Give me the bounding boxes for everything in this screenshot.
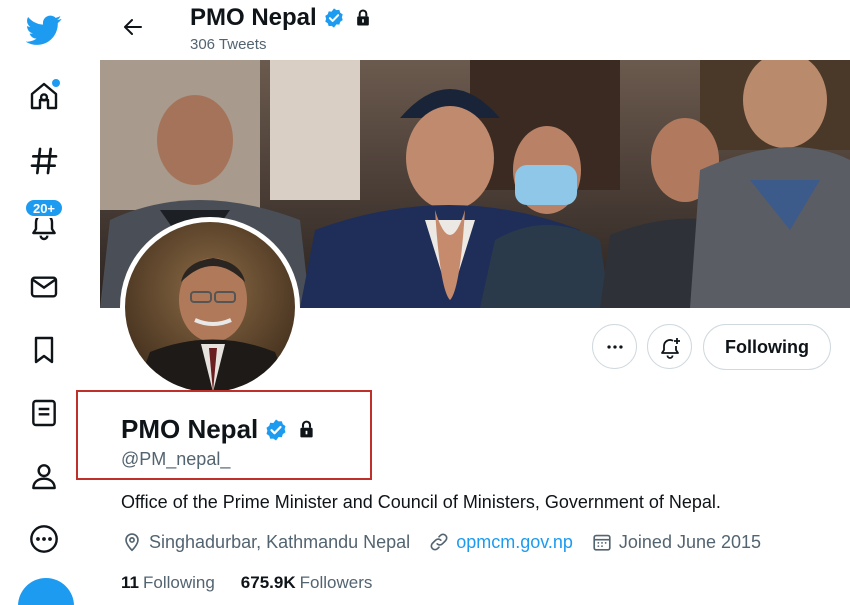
profile-handle: @PM_nepal_ xyxy=(121,449,231,469)
profile-person-icon[interactable] xyxy=(24,456,64,496)
followers-stat-link[interactable]: 675.9K Followers xyxy=(241,573,373,593)
notifications-bell-icon[interactable]: 20+ xyxy=(24,198,64,245)
joined-item: Joined June 2015 xyxy=(591,531,761,553)
followers-count: 675.9K xyxy=(240,573,296,592)
calendar-icon xyxy=(593,534,611,551)
verified-badge-icon xyxy=(323,7,345,29)
explore-hashtag-icon[interactable] xyxy=(24,141,64,181)
header-account-name: PMO Nepal xyxy=(190,4,317,31)
more-actions-button[interactable] xyxy=(592,324,637,369)
website-link[interactable]: opmcm.gov.np xyxy=(456,532,573,553)
location-pin-icon xyxy=(125,533,139,552)
back-arrow-icon[interactable] xyxy=(118,12,148,42)
profile-bio: Office of the Prime Minister and Council… xyxy=(121,492,721,512)
following-stat-link[interactable]: 11 Following xyxy=(121,573,215,593)
profile-avatar[interactable] xyxy=(120,217,300,397)
lists-icon[interactable] xyxy=(24,393,64,433)
following-label: Following xyxy=(142,573,215,592)
home-notification-dot xyxy=(52,79,60,87)
profile-name: PMO Nepal xyxy=(121,414,317,445)
profile-header: PMO Nepal 306 Tweets xyxy=(100,0,850,60)
header-title: PMO Nepal xyxy=(190,4,373,32)
website-item[interactable]: opmcm.gov.np xyxy=(428,531,573,553)
more-dots-icon xyxy=(606,344,623,349)
more-options-icon[interactable] xyxy=(24,519,64,559)
profile-meta-row: Singhadurbar, Kathmandu Nepal opmcm.gov.… xyxy=(121,531,779,553)
compose-tweet-button[interactable] xyxy=(18,578,74,605)
bookmarks-icon[interactable] xyxy=(24,330,64,370)
messages-envelope-icon[interactable] xyxy=(24,267,64,307)
location-item: Singhadurbar, Kathmandu Nepal xyxy=(121,531,410,553)
following-count: 11 xyxy=(121,573,139,592)
avatar-portrait-illustration xyxy=(125,222,295,392)
follow-stats: 11 Following 675.9K Followers xyxy=(121,573,398,593)
followers-label: Followers xyxy=(299,573,373,592)
notify-bell-button[interactable] xyxy=(647,324,692,369)
link-icon xyxy=(430,533,448,551)
tweet-count: 306 Tweets xyxy=(190,36,267,53)
twitter-logo-icon[interactable] xyxy=(24,10,64,50)
verified-badge-icon xyxy=(264,418,288,442)
location-text: Singhadurbar, Kathmandu Nepal xyxy=(149,531,411,552)
joined-text: Joined June 2015 xyxy=(618,531,762,552)
following-button[interactable]: Following xyxy=(703,324,831,370)
bell-plus-icon xyxy=(660,337,680,359)
notifications-badge: 20+ xyxy=(24,198,64,218)
profile-display-name: PMO Nepal xyxy=(121,414,259,444)
protected-lock-icon xyxy=(296,419,317,440)
home-icon[interactable] xyxy=(24,76,64,116)
protected-lock-icon xyxy=(353,8,373,28)
sidebar-nav: 20+ xyxy=(0,0,90,605)
